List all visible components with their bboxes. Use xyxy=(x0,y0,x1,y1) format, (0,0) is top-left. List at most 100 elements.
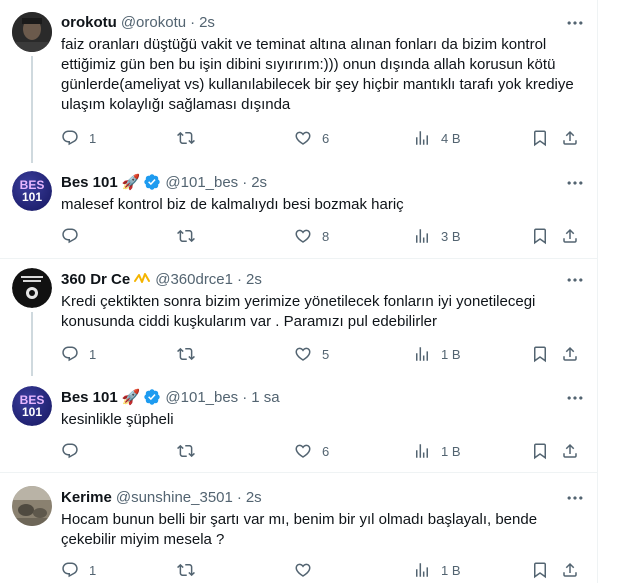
timestamp[interactable]: 1 sa xyxy=(251,389,279,406)
tweet-text: malesef kontrol biz de kalmalıydı besi b… xyxy=(61,196,404,213)
timestamp[interactable]: 2s xyxy=(251,174,267,191)
retweet-button[interactable] xyxy=(177,129,205,147)
avatar-text: 101 xyxy=(21,405,43,419)
reply-button[interactable] xyxy=(61,227,89,245)
timestamp[interactable]: 2s xyxy=(199,14,215,31)
bookmark-button[interactable] xyxy=(531,227,549,245)
retweet-icon xyxy=(177,345,195,363)
view-count: 4 B xyxy=(441,130,461,146)
like-button[interactable]: 6 xyxy=(294,129,329,147)
retweet-button[interactable] xyxy=(177,442,205,460)
author-name[interactable]: orokotu xyxy=(61,14,117,31)
views-button[interactable]: 4 B xyxy=(413,129,461,147)
separator-dot: · xyxy=(236,488,242,506)
tweet-text: faiz oranları düştüğü vakit ve teminat a… xyxy=(61,36,578,113)
gold-badge-icon[interactable] xyxy=(133,270,151,288)
avatar[interactable]: BES 101 xyxy=(12,386,52,426)
verified-badge-icon[interactable] xyxy=(143,388,161,406)
avatar-image-icon xyxy=(12,268,52,308)
retweet-icon xyxy=(177,442,195,460)
separator-dot: · xyxy=(242,173,248,191)
author-name[interactable]: 360 Dr Ce xyxy=(61,271,130,288)
more-icon[interactable] xyxy=(565,173,585,193)
share-button[interactable] xyxy=(561,345,579,363)
more-icon[interactable] xyxy=(565,13,585,33)
like-count: 8 xyxy=(322,228,330,244)
share-icon xyxy=(561,442,579,460)
avatar[interactable] xyxy=(12,12,52,52)
separator-dot: · xyxy=(242,388,248,406)
share-button[interactable] xyxy=(561,561,579,579)
bookmark-button[interactable] xyxy=(531,442,549,460)
reply-button[interactable]: 1 xyxy=(61,561,96,579)
bookmark-icon xyxy=(531,561,549,579)
bookmark-icon xyxy=(531,129,549,147)
like-icon xyxy=(294,442,312,460)
reply-count: 1 xyxy=(89,346,97,362)
bookmark-icon xyxy=(531,442,549,460)
reply-feed: orokotu @orokotu · 2s faiz oranları düşt… xyxy=(0,0,597,583)
author-handle[interactable]: @101_bes xyxy=(165,389,238,406)
like-button[interactable] xyxy=(294,561,322,579)
like-button[interactable]: 8 xyxy=(294,227,329,245)
share-button[interactable] xyxy=(561,227,579,245)
retweet-button[interactable] xyxy=(177,561,205,579)
reply-icon xyxy=(61,561,79,579)
more-icon[interactable] xyxy=(565,270,585,290)
tweet-text: kesinlikle şüpheli xyxy=(61,411,174,428)
views-button[interactable]: 3 B xyxy=(413,227,461,245)
view-count: 3 B xyxy=(441,228,461,244)
views-button[interactable]: 1 B xyxy=(413,345,461,363)
view-count: 1 B xyxy=(441,443,461,459)
author-name[interactable]: Bes 101 xyxy=(61,389,118,406)
views-icon xyxy=(413,227,431,245)
timestamp[interactable]: 2s xyxy=(246,271,262,288)
like-count: 5 xyxy=(322,346,330,362)
reply-icon xyxy=(61,227,79,245)
retweet-button[interactable] xyxy=(177,227,205,245)
reply-button[interactable] xyxy=(61,442,89,460)
more-icon[interactable] xyxy=(565,388,585,408)
tweet-text: Kredi çektikten sonra bizim yerimize yön… xyxy=(61,293,540,330)
bookmark-button[interactable] xyxy=(531,129,549,147)
view-count: 1 B xyxy=(441,562,461,578)
author-name[interactable]: Kerime xyxy=(61,489,112,506)
timestamp[interactable]: 2s xyxy=(246,489,262,506)
reply-button[interactable]: 1 xyxy=(61,129,96,147)
author-handle[interactable]: @sunshine_3501 xyxy=(116,489,233,506)
tweet-bes101[interactable]: BES 101 Bes 101 🚀 @101_bes · 2s malesef k… xyxy=(0,163,597,259)
verified-badge-icon[interactable] xyxy=(143,173,161,191)
bookmark-button[interactable] xyxy=(531,345,549,363)
view-count: 1 B xyxy=(441,346,461,362)
retweet-icon xyxy=(177,129,195,147)
more-icon[interactable] xyxy=(565,488,585,508)
reply-icon xyxy=(61,442,79,460)
bookmark-button[interactable] xyxy=(531,561,549,579)
thread-line xyxy=(31,312,33,376)
share-button[interactable] xyxy=(561,129,579,147)
tweet-text: Hocam bunun belli bir şartı var mı, beni… xyxy=(61,511,542,548)
tweet-bes101-reply[interactable]: BES 101 Bes 101 🚀 @101_bes · 1 sa kesinli… xyxy=(0,376,597,473)
author-handle[interactable]: @101_bes xyxy=(165,174,238,191)
bookmark-icon xyxy=(531,227,549,245)
like-count: 6 xyxy=(322,443,330,459)
views-button[interactable]: 1 B xyxy=(413,442,461,460)
reply-button[interactable]: 1 xyxy=(61,345,96,363)
tweet-orokotu[interactable]: orokotu @orokotu · 2s faiz oranları düşt… xyxy=(0,0,597,163)
avatar[interactable]: BES 101 xyxy=(12,171,52,211)
avatar[interactable] xyxy=(12,268,52,308)
avatar[interactable] xyxy=(12,486,52,526)
tweet-kerime[interactable]: Kerime @sunshine_3501 · 2s Hocam bunun b… xyxy=(0,473,597,583)
reply-count: 1 xyxy=(89,562,97,578)
retweet-button[interactable] xyxy=(177,345,205,363)
like-button[interactable]: 5 xyxy=(294,345,329,363)
author-handle[interactable]: @orokotu xyxy=(121,14,186,31)
author-handle[interactable]: @360drce1 xyxy=(155,271,233,288)
retweet-icon xyxy=(177,561,195,579)
like-button[interactable]: 6 xyxy=(294,442,329,460)
views-icon xyxy=(413,561,431,579)
tweet-360drce[interactable]: 360 Dr Ce @360drce1 · 2s Kredi çektikten… xyxy=(0,259,597,376)
views-button[interactable]: 1 B xyxy=(413,561,461,579)
share-button[interactable] xyxy=(561,442,579,460)
author-name[interactable]: Bes 101 xyxy=(61,174,118,191)
